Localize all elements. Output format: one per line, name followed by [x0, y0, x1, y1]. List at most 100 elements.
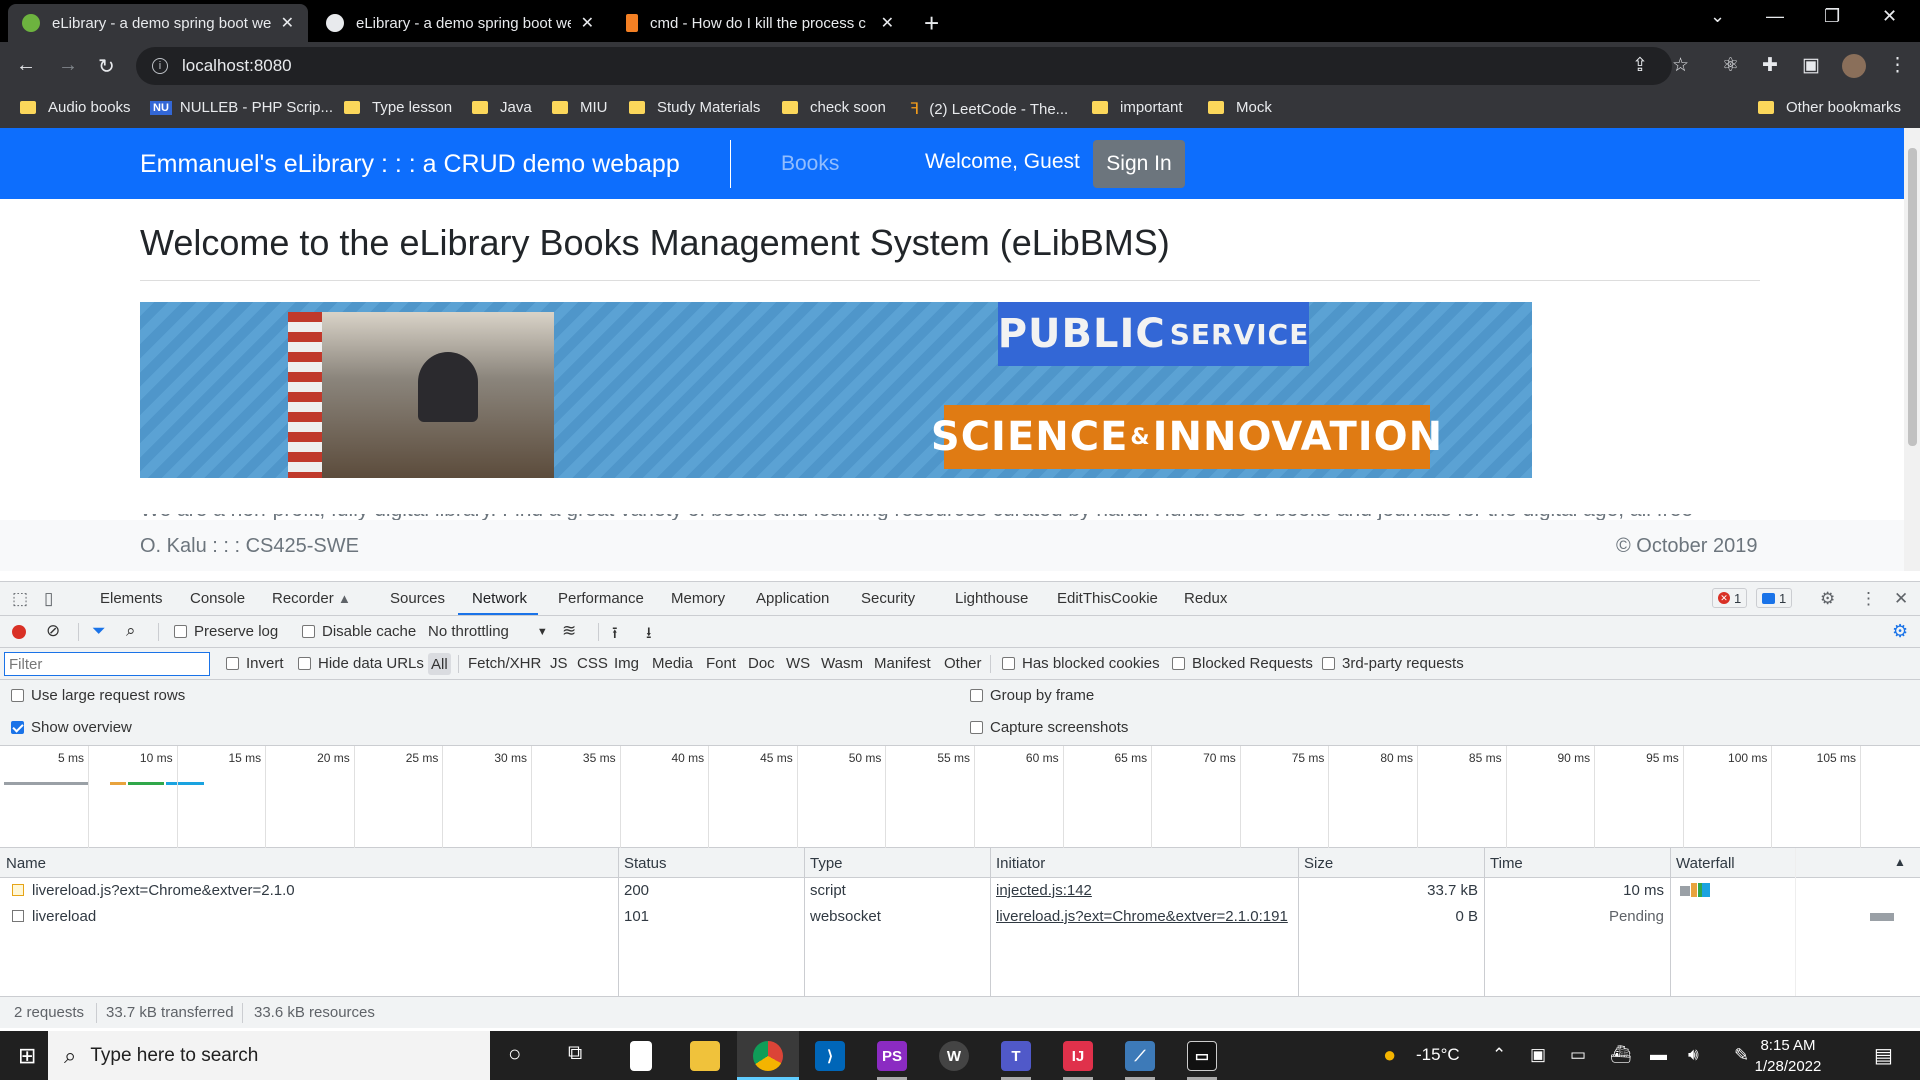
request-name[interactable]: livereload: [32, 908, 96, 925]
devtools-close-icon[interactable]: ✕: [1894, 589, 1908, 609]
intellij-taskbar-icon[interactable]: IJ: [1063, 1041, 1093, 1071]
wamp-taskbar-icon[interactable]: W: [939, 1041, 969, 1071]
new-tab-plus-icon[interactable]: +: [924, 8, 939, 39]
checkbox-box[interactable]: [1322, 657, 1335, 670]
filter-funnel-icon[interactable]: ⏷: [92, 621, 106, 641]
bookmark-study-materials[interactable]: Study Materials: [629, 99, 760, 116]
devtools-tab-redux[interactable]: Redux: [1184, 590, 1227, 607]
show-overview-checkbox[interactable]: Show overview: [11, 719, 132, 736]
cmd-taskbar-icon[interactable]: ▭: [1187, 1041, 1217, 1071]
type-filter-all[interactable]: All: [428, 653, 451, 675]
checkbox-box[interactable]: [11, 689, 24, 702]
type-filter-fetch-xhr[interactable]: Fetch/XHR: [468, 655, 541, 672]
type-filter-ws[interactable]: WS: [786, 655, 810, 672]
message-count-badge[interactable]: 1: [1756, 588, 1793, 608]
has-blocked-cookies-checkbox[interactable]: Has blocked cookies: [1002, 655, 1160, 672]
vscode-taskbar-icon[interactable]: ⟩: [815, 1041, 845, 1071]
hide-data-urls-checkbox[interactable]: Hide data URLs: [298, 655, 424, 672]
forward-icon[interactable]: →: [58, 54, 78, 77]
checkbox-checked-box[interactable]: [11, 721, 24, 734]
type-filter-manifest[interactable]: Manifest: [874, 655, 931, 672]
type-filter-img[interactable]: Img: [614, 655, 639, 672]
column-status[interactable]: Status: [624, 855, 667, 872]
browser-tab-elibrary-2[interactable]: eLibrary - a demo spring boot web ✕: [312, 4, 608, 42]
mysql-workbench-taskbar-icon[interactable]: ⟋: [1125, 1041, 1155, 1071]
checkbox-box[interactable]: [970, 721, 983, 734]
close-tab-icon[interactable]: ✕: [881, 13, 894, 33]
filter-input[interactable]: Filter: [4, 652, 210, 676]
cortana-circle-icon[interactable]: ○: [508, 1041, 521, 1067]
type-filter-font[interactable]: Font: [706, 655, 736, 672]
phpstorm-taskbar-icon[interactable]: PS: [877, 1041, 907, 1071]
scrollbar-thumb[interactable]: [1908, 148, 1917, 446]
column-time[interactable]: Time: [1490, 855, 1523, 872]
chrome-taskbar-icon[interactable]: [753, 1041, 783, 1071]
table-row[interactable]: livereload.js?ext=Chrome&extver=2.1.0 20…: [0, 878, 1920, 904]
record-button[interactable]: [12, 625, 26, 639]
page-scrollbar[interactable]: [1904, 128, 1920, 571]
type-filter-media[interactable]: Media: [652, 655, 693, 672]
devtools-tab-network[interactable]: Network: [472, 590, 527, 607]
system-clock[interactable]: 8:15 AM 1/28/2022: [1738, 1035, 1838, 1077]
weather-sun-icon[interactable]: ●: [1383, 1042, 1396, 1068]
error-count-badge[interactable]: ✕ 1: [1712, 588, 1748, 608]
table-row[interactable]: livereload 101 websocket livereload.js?e…: [0, 904, 1920, 930]
profile-avatar[interactable]: [1842, 54, 1866, 78]
file-explorer-icon[interactable]: [690, 1041, 720, 1071]
group-by-frame-checkbox[interactable]: Group by frame: [970, 687, 1094, 704]
teams-taskbar-icon[interactable]: T: [1001, 1041, 1031, 1071]
import-har-upload-icon[interactable]: ⭱: [612, 622, 618, 649]
bookmark-audio-books[interactable]: Audio books: [20, 99, 131, 116]
devtools-tab-memory[interactable]: Memory: [671, 590, 725, 607]
sign-in-button[interactable]: Sign In: [1093, 140, 1185, 188]
side-panel-icon[interactable]: ▣: [1802, 54, 1820, 77]
devtools-more-icon[interactable]: ⋮: [1860, 589, 1877, 609]
network-overview-timeline[interactable]: 5 ms 10 ms 15 ms 20 ms 25 ms 30 ms 35 ms 40 ms 4…: [0, 746, 1920, 848]
devtools-tab-performance[interactable]: Performance: [558, 590, 644, 607]
restore-icon[interactable]: ❐: [1824, 6, 1840, 27]
url-text[interactable]: localhost:8080: [182, 56, 292, 76]
checkbox-box[interactable]: [1172, 657, 1185, 670]
minimize-icon[interactable]: —: [1766, 6, 1784, 27]
checkbox-box[interactable]: [174, 625, 187, 638]
volume-icon[interactable]: 🔊︎: [1688, 1045, 1699, 1065]
network-conditions-wifi-icon[interactable]: ≋: [562, 621, 576, 641]
file-app-icon[interactable]: [630, 1041, 652, 1071]
chrome-menu-icon[interactable]: ⋮: [1888, 54, 1907, 77]
share-icon[interactable]: ⇪: [1632, 54, 1648, 77]
checkbox-box[interactable]: [226, 657, 239, 670]
devtools-settings-gear-icon[interactable]: ⚙: [1820, 589, 1835, 609]
type-filter-css[interactable]: CSS: [577, 655, 608, 672]
devtools-tab-application[interactable]: Application: [756, 590, 829, 607]
third-party-requests-checkbox[interactable]: 3rd-party requests: [1322, 655, 1464, 672]
checkbox-box[interactable]: [970, 689, 983, 702]
bookmark-important[interactable]: important: [1092, 99, 1183, 116]
device-toolbar-icon[interactable]: ▯: [44, 589, 53, 609]
throttling-select[interactable]: No throttling ▼: [428, 623, 548, 640]
project-display-icon[interactable]: ▭: [1570, 1045, 1586, 1065]
docker-icon[interactable]: ⛴: [1610, 1045, 1632, 1065]
bookmark-java[interactable]: Java: [472, 99, 532, 116]
invert-checkbox[interactable]: Invert: [226, 655, 284, 672]
checkbox-box[interactable]: [298, 657, 311, 670]
column-waterfall[interactable]: Waterfall: [1676, 855, 1735, 872]
other-bookmarks[interactable]: Other bookmarks: [1758, 99, 1901, 116]
column-size[interactable]: Size: [1304, 855, 1333, 872]
windows-start-icon[interactable]: ⊞: [18, 1043, 36, 1069]
export-har-download-icon[interactable]: ⭳: [646, 622, 652, 649]
meet-now-icon[interactable]: ▣: [1530, 1045, 1546, 1065]
devtools-tab-lighthouse[interactable]: Lighthouse: [955, 590, 1028, 607]
omnibox[interactable]: i localhost:8080: [136, 47, 1672, 85]
bookmark-type-lesson[interactable]: Type lesson: [344, 99, 452, 116]
back-icon[interactable]: ←: [16, 54, 36, 77]
type-filter-other[interactable]: Other: [944, 655, 982, 672]
bookmark-nulleb[interactable]: NU NULLEB - PHP Scrip...: [150, 99, 333, 116]
network-settings-gear-icon[interactable]: ⚙: [1892, 621, 1908, 642]
column-name[interactable]: Name: [6, 855, 46, 872]
devtools-tab-security[interactable]: Security: [861, 590, 915, 607]
clear-log-icon[interactable]: ⊘: [46, 621, 60, 641]
close-tab-icon[interactable]: ✕: [581, 13, 594, 33]
extensions-puzzle-icon[interactable]: ✚: [1762, 54, 1778, 77]
type-filter-js[interactable]: JS: [550, 655, 568, 672]
bookmark-mock[interactable]: Mock: [1208, 99, 1272, 116]
